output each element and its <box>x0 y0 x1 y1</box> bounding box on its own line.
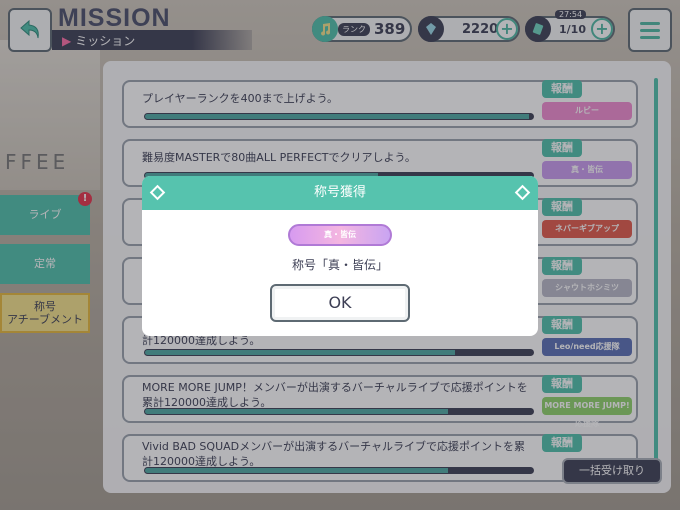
dialog-title: 称号獲得 <box>313 185 366 200</box>
title-acquired-dialog: 称号獲得 真・皆伝 称号「真・皆伝」 OK <box>142 176 538 336</box>
dialog-header: 称号獲得 <box>142 176 538 210</box>
diamond-icon <box>514 184 531 201</box>
title-badge: 真・皆伝 <box>288 224 392 246</box>
dialog-message: 称号「真・皆伝」 <box>291 258 388 272</box>
diamond-icon <box>149 184 166 201</box>
ok-button[interactable]: OK <box>270 284 410 322</box>
